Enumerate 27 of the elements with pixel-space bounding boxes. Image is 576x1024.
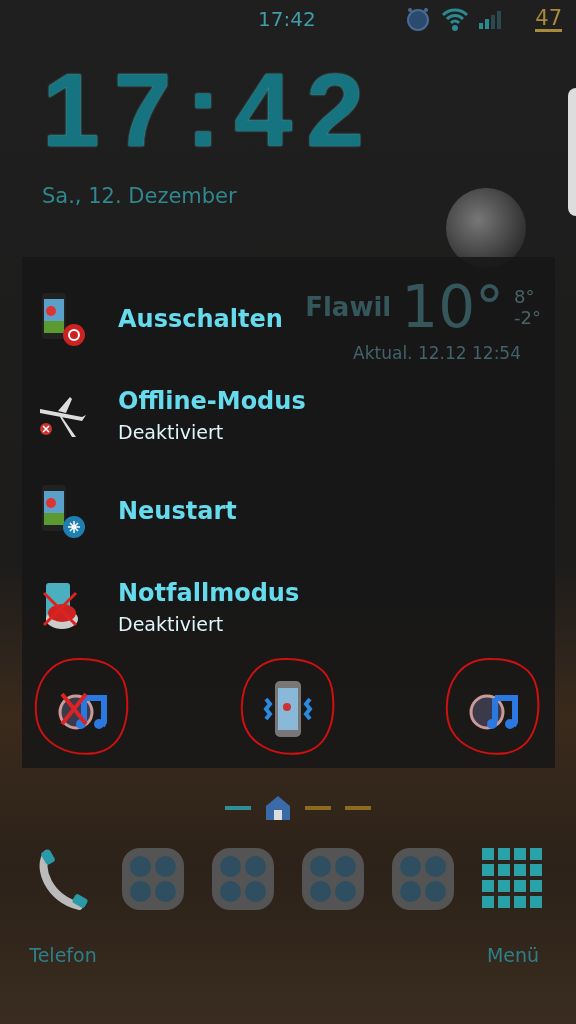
weather-city: Flawil xyxy=(305,292,392,322)
menu-item-label: Offline-Modus xyxy=(118,387,306,415)
wifi-icon xyxy=(441,6,470,32)
power-menu-item[interactable]: Ausschalten xyxy=(22,271,283,367)
home-icon[interactable] xyxy=(265,794,291,822)
menu-item-label: Ausschalten xyxy=(118,305,283,333)
menu-item-label: Notfallmodus xyxy=(118,579,300,607)
edge-handle[interactable] xyxy=(568,88,576,216)
weather-low: -2° xyxy=(514,307,541,328)
weather-temperature: 10° xyxy=(401,277,505,337)
clock-widget-time: 17:42 xyxy=(42,62,378,158)
power-menu-item[interactable]: Neustart xyxy=(22,463,237,559)
weather-updated: Aktual. 12.12 12:54 xyxy=(353,343,521,363)
clock-widget-date: Sa., 12. Dezember xyxy=(42,184,238,208)
power-menu-item[interactable]: Notfallmodus Deaktiviert xyxy=(22,559,300,655)
weather-high: 8° xyxy=(514,286,536,307)
battery-level: 47 xyxy=(535,6,562,32)
signal-bars-icon xyxy=(479,9,504,29)
status-time: 17:42 xyxy=(258,7,316,31)
app-grid-icon[interactable] xyxy=(482,848,544,910)
power-menu-item[interactable]: Offline-Modus Deaktiviert xyxy=(22,367,306,463)
menu-item-label: Neustart xyxy=(118,497,237,525)
dock-label: Telefon xyxy=(29,944,97,966)
dock-label: Menü xyxy=(486,944,540,966)
menu-item-status: Deaktiviert xyxy=(118,421,225,443)
alarm-clock-icon xyxy=(405,6,432,32)
menu-item-status: Deaktiviert xyxy=(118,613,225,635)
